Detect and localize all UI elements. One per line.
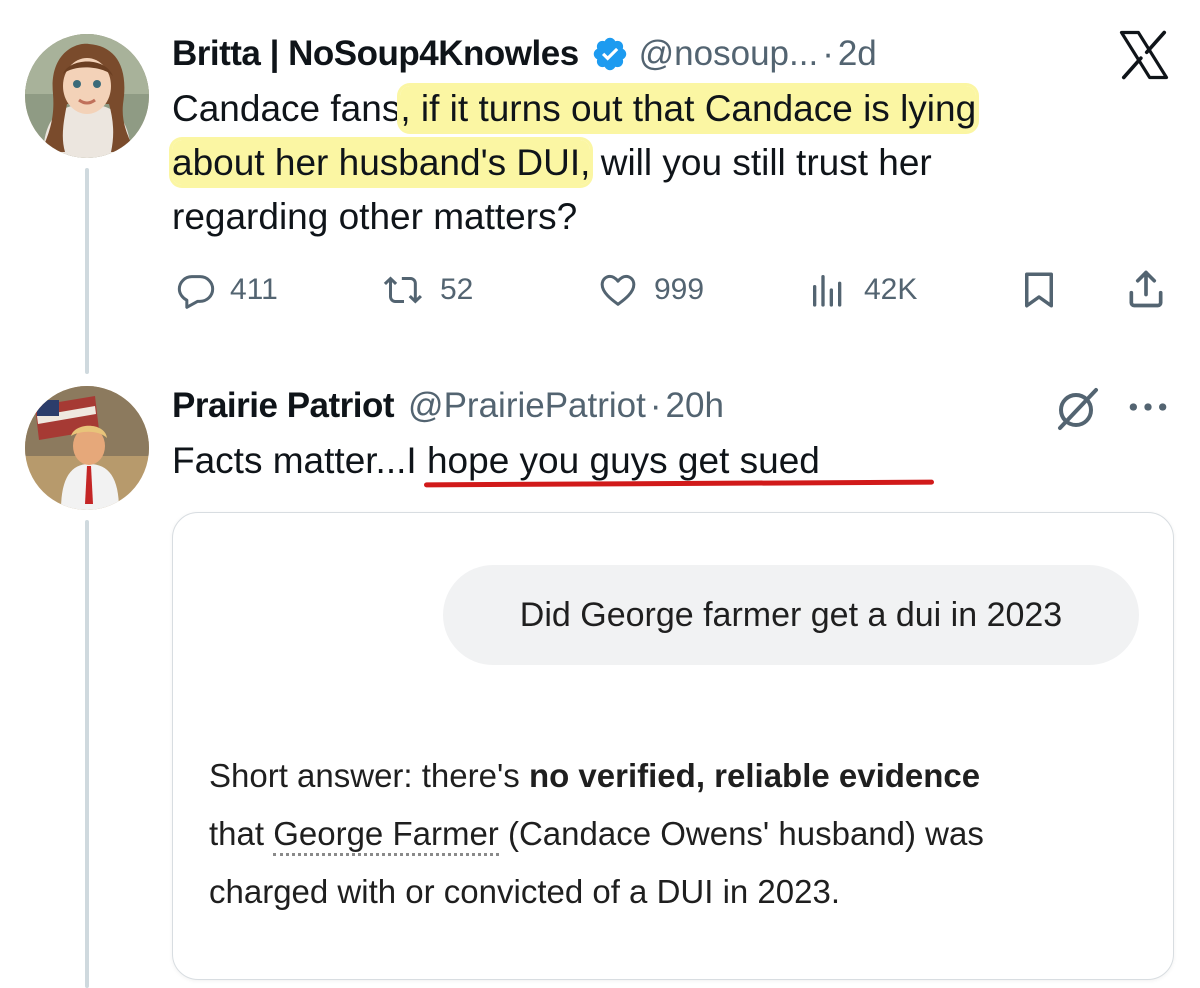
- avatar-image: [25, 34, 149, 158]
- reply-button[interactable]: 411: [176, 266, 278, 314]
- tweet-time[interactable]: 20h: [666, 386, 724, 426]
- highlighted-text: about her husband's DUI,: [172, 140, 591, 185]
- avatar-image: [25, 386, 149, 510]
- reply-count: 411: [230, 273, 278, 306]
- tweet-time[interactable]: 2d: [838, 34, 877, 74]
- bookmark-icon[interactable]: [1018, 268, 1060, 317]
- answer-text: Short answer: there's: [209, 757, 529, 794]
- tweet-header: Britta | NoSoup4Knowles @nosoup... · 2d: [172, 30, 877, 78]
- author-name[interactable]: Britta | NoSoup4Knowles: [172, 34, 579, 74]
- more-icon[interactable]: [1126, 392, 1170, 427]
- chat-question-bubble: Did George farmer get a dui in 2023: [443, 565, 1139, 665]
- grok-icon[interactable]: [1054, 384, 1102, 437]
- answer-text: charged with or convicted of a DUI in 20…: [209, 873, 841, 910]
- author-name[interactable]: Prairie Patriot: [172, 386, 395, 426]
- answer-text: that: [209, 815, 274, 852]
- views-button[interactable]: 42K: [806, 266, 917, 314]
- separator-dot: ·: [649, 386, 662, 425]
- verified-badge-icon: [591, 35, 629, 73]
- like-count: 999: [654, 273, 705, 306]
- views-icon: [813, 275, 842, 307]
- reply-icon: [177, 275, 215, 309]
- separator-dot: ·: [822, 34, 834, 73]
- answer-bold-text: no verified, reliable evidence: [528, 757, 981, 794]
- thread-connector: [85, 168, 89, 374]
- tweet-text-part: will you still trust her: [590, 142, 932, 183]
- repost-button[interactable]: 52: [380, 266, 473, 314]
- thread-connector-bottom: [85, 520, 89, 988]
- views-count: 42K: [864, 273, 918, 306]
- tweet-text-part: regarding other matters?: [172, 196, 578, 237]
- chat-question: Did George farmer get a dui in 2023: [519, 595, 1063, 634]
- tweet-text-part: Facts matter...: [172, 440, 407, 481]
- answer-link[interactable]: George Farmer: [273, 815, 499, 856]
- answer-text: (Candace Owens' husband) was: [498, 815, 984, 852]
- x-logo-icon[interactable]: [1116, 28, 1172, 82]
- highlighted-text: , if it turns out that Candace is lying: [400, 86, 977, 131]
- avatar[interactable]: [25, 386, 149, 510]
- tweet-text: Candace fans, if it turns out that Canda…: [172, 82, 1132, 244]
- tweet-header: Prairie Patriot @PrairiePatriot · 20h: [172, 382, 724, 430]
- underlined-text: I hope you guys get sued: [406, 440, 820, 481]
- repost-count: 52: [440, 273, 474, 306]
- heart-icon: [600, 274, 636, 306]
- chat-answer: Short answer: there's no verified, relia…: [209, 747, 1149, 921]
- tweet-text-part: Candace fans: [172, 88, 401, 129]
- repost-icon: [383, 276, 422, 304]
- author-handle[interactable]: @nosoup...: [639, 34, 819, 74]
- avatar[interactable]: [25, 34, 149, 158]
- like-button[interactable]: 999: [596, 266, 704, 314]
- embedded-image-card[interactable]: Did George farmer get a dui in 2023 Shor…: [172, 512, 1174, 980]
- author-handle[interactable]: @PrairiePatriot: [408, 386, 646, 426]
- share-icon[interactable]: [1124, 266, 1168, 317]
